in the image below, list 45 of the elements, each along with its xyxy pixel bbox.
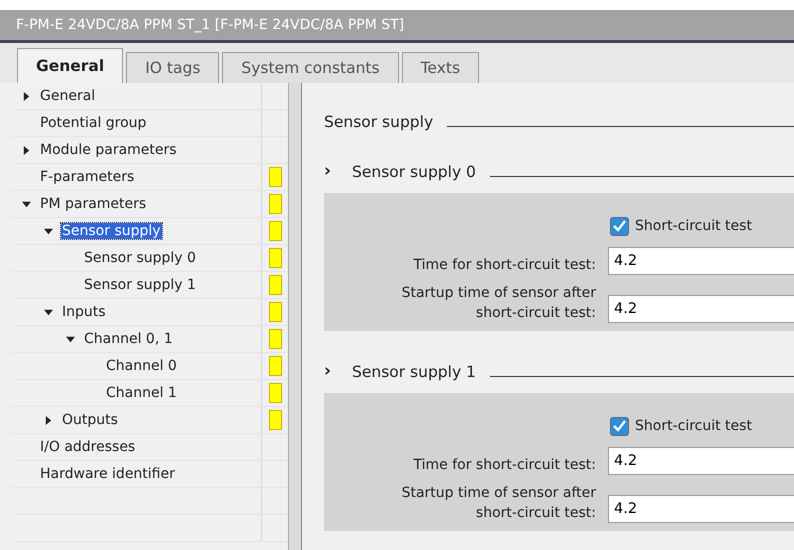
tree-item[interactable]: Module parameters	[39, 142, 178, 158]
tab[interactable]: General	[17, 48, 124, 83]
field-label: Time for short-circuit test:	[412, 456, 596, 475]
tree-item[interactable]: Outputs	[61, 412, 119, 428]
section-heading: Sensor supply	[324, 113, 434, 131]
tab[interactable]: IO tags	[126, 52, 220, 83]
tree-item[interactable]: PM parameters	[39, 196, 148, 212]
input-field[interactable]: 4.2	[608, 247, 794, 275]
collapsed-arrow-icon[interactable]	[44, 416, 53, 424]
section-title: Sensor supply 1	[352, 363, 476, 381]
field-label: Time for short-circuit test:	[412, 256, 596, 275]
tab[interactable]: System constants	[222, 52, 399, 83]
field-label: Startup time of sensor after short-circuit test:	[400, 484, 596, 523]
tree-item[interactable]: Channel 1	[105, 385, 178, 401]
checkbox[interactable]	[610, 216, 629, 236]
tree-item[interactable]: Sensor supply 1	[83, 277, 197, 293]
collapsed-arrow-icon[interactable]	[22, 92, 31, 100]
collapsed-arrow-icon[interactable]	[22, 146, 31, 154]
window-title: F-PM-E 24VDC/8A PPM ST_1 [F-PM-E 24VDC/8A PPM ST]	[16, 17, 404, 33]
tree-item[interactable]: F-parameters	[39, 169, 136, 185]
tree-item[interactable]: General	[39, 88, 96, 104]
section-title: Sensor supply 0	[352, 163, 476, 181]
input-field[interactable]: 4.2	[608, 295, 794, 323]
tree-item[interactable]: Channel 0	[105, 358, 178, 374]
expanded-arrow-icon[interactable]	[44, 226, 53, 236]
tree-item[interactable]: Hardware identifier	[39, 466, 176, 482]
input-field[interactable]: 4.2	[608, 495, 794, 523]
expand-glyph[interactable]: ›	[324, 361, 352, 381]
checkbox-label: Short-circuit test	[635, 418, 752, 434]
tree-item[interactable]: Potential group	[39, 115, 148, 131]
tree-item[interactable]: Sensor supply 0	[83, 250, 197, 266]
expanded-arrow-icon[interactable]	[44, 308, 53, 316]
input-field[interactable]: 4.2	[608, 447, 794, 475]
tree-item[interactable]: Sensor supply	[61, 223, 162, 239]
tree-item[interactable]: Inputs	[61, 304, 107, 320]
scrollbar[interactable]	[288, 83, 302, 550]
tree-item[interactable]: Channel 0, 1	[83, 331, 174, 347]
expanded-arrow-icon[interactable]	[22, 200, 31, 208]
checkbox[interactable]	[610, 416, 629, 436]
expanded-arrow-icon[interactable]	[66, 334, 75, 344]
checkbox-label: Short-circuit test	[635, 218, 752, 234]
expand-glyph[interactable]: ›	[324, 161, 352, 181]
field-label: Startup time of sensor after short-circuit test:	[400, 284, 596, 323]
tree-item[interactable]: I/O addresses	[39, 439, 136, 455]
tab[interactable]: Texts	[402, 52, 480, 83]
